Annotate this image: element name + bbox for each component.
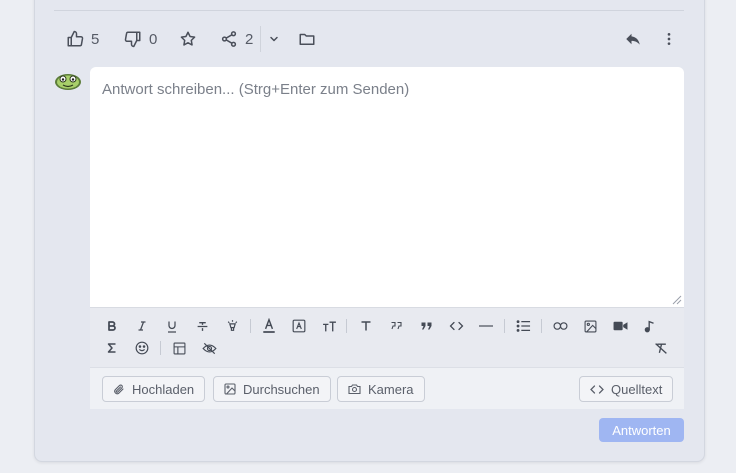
- eye-off-icon: [201, 342, 217, 354]
- formula-button[interactable]: [101, 337, 123, 359]
- italic-button[interactable]: [131, 315, 153, 337]
- highlight-button[interactable]: [221, 315, 243, 337]
- strikethrough-icon: [197, 321, 207, 331]
- code-icon: [590, 384, 604, 394]
- more-options-button[interactable]: [661, 28, 677, 50]
- quote-button[interactable]: [385, 315, 407, 337]
- horizontal-rule-button[interactable]: [475, 315, 497, 337]
- bold-icon: [108, 321, 116, 331]
- video-icon: [613, 321, 627, 331]
- table-icon: [173, 342, 185, 354]
- upload-button[interactable]: Hochladen: [102, 376, 206, 402]
- font-size-icon: [322, 321, 336, 331]
- like-count: 5: [91, 30, 100, 48]
- formula-icon: [107, 343, 116, 353]
- bookmark-button[interactable]: [179, 28, 197, 50]
- spoiler-button[interactable]: [198, 337, 220, 359]
- emoji-button[interactable]: [131, 337, 153, 359]
- reply-placeholder: Antwort schreiben... (Strg+Enter zum Sen…: [102, 81, 410, 98]
- attachment-bar: Hochladen Durchsuchen Kamera Quelltext: [90, 367, 684, 409]
- more-vertical-icon: [667, 33, 671, 45]
- upload-label: Hochladen: [132, 381, 195, 397]
- separator: [260, 26, 261, 52]
- image-button[interactable]: [579, 315, 601, 337]
- reply-editor: Antwort schreiben... (Strg+Enter zum Sen…: [90, 67, 684, 409]
- strikethrough-button[interactable]: [191, 315, 213, 337]
- bullet-list-icon: [516, 320, 530, 332]
- camera-button[interactable]: Kamera: [337, 376, 425, 402]
- separator: [541, 319, 542, 333]
- share-menu-toggle[interactable]: [268, 28, 280, 50]
- emoji-icon: [135, 341, 149, 355]
- clear-format-button[interactable]: [650, 337, 672, 359]
- source-button[interactable]: Quelltext: [579, 376, 674, 402]
- dislike-button[interactable]: 0: [124, 28, 157, 50]
- image-icon: [584, 320, 596, 332]
- blockquote-button[interactable]: [415, 315, 437, 337]
- table-button[interactable]: [168, 337, 190, 359]
- bold-button[interactable]: [101, 315, 123, 337]
- avatar: [55, 74, 81, 90]
- bullet-list-button[interactable]: [512, 315, 534, 337]
- paperclip-icon: [114, 383, 124, 394]
- reply-icon: [626, 33, 640, 45]
- text-color-button[interactable]: [258, 315, 280, 337]
- code-icon: [449, 321, 463, 331]
- source-label: Quelltext: [611, 381, 663, 397]
- heading-button[interactable]: [355, 315, 377, 337]
- separator: [346, 319, 347, 333]
- video-button[interactable]: [609, 315, 631, 337]
- dislike-count: 0: [149, 30, 158, 48]
- text-background-icon: [292, 319, 306, 333]
- link-icon: [552, 322, 568, 330]
- quote-icon: [390, 321, 402, 330]
- blockquote-icon: [421, 322, 431, 330]
- like-button[interactable]: 5: [66, 28, 99, 50]
- font-size-button[interactable]: [318, 315, 340, 337]
- thumbs-up-icon: [67, 30, 84, 47]
- resize-handle-icon[interactable]: [672, 295, 682, 305]
- text-background-button[interactable]: [288, 315, 310, 337]
- thumbs-down-icon: [124, 31, 141, 48]
- share-count: 2: [245, 30, 254, 48]
- separator: [504, 319, 505, 333]
- submit-reply-button[interactable]: Antworten: [599, 418, 684, 442]
- underline-icon: [168, 321, 176, 333]
- browse-label: Durchsuchen: [243, 381, 320, 397]
- separator: [160, 341, 161, 355]
- reply-textarea[interactable]: Antwort schreiben... (Strg+Enter zum Sen…: [90, 67, 684, 308]
- folder-icon: [299, 33, 315, 45]
- italic-icon: [138, 321, 146, 331]
- text-color-icon: [263, 318, 275, 333]
- underline-button[interactable]: [161, 315, 183, 337]
- move-to-folder-button[interactable]: [298, 28, 316, 50]
- separator: [250, 319, 251, 333]
- code-button[interactable]: [445, 315, 467, 337]
- horizontal-rule-icon: [479, 325, 493, 327]
- star-icon: [180, 31, 196, 46]
- highlight-icon: [227, 320, 237, 331]
- divider: [54, 10, 684, 11]
- link-button[interactable]: [549, 315, 571, 337]
- post-actions-bar: 5 0 2: [60, 26, 684, 52]
- share-icon: [221, 31, 237, 47]
- camera-icon: [348, 384, 361, 395]
- camera-label: Kamera: [368, 381, 414, 397]
- formatting-toolbar: [90, 308, 684, 367]
- clear-format-icon: [655, 342, 667, 354]
- audio-button[interactable]: [639, 315, 661, 337]
- chevron-down-icon: [270, 36, 278, 42]
- heading-icon: [361, 321, 371, 331]
- browse-button[interactable]: Durchsuchen: [213, 376, 331, 402]
- image-icon: [224, 383, 236, 395]
- reply-button[interactable]: [624, 28, 642, 50]
- share-button[interactable]: 2: [220, 28, 253, 50]
- audio-icon: [644, 320, 654, 332]
